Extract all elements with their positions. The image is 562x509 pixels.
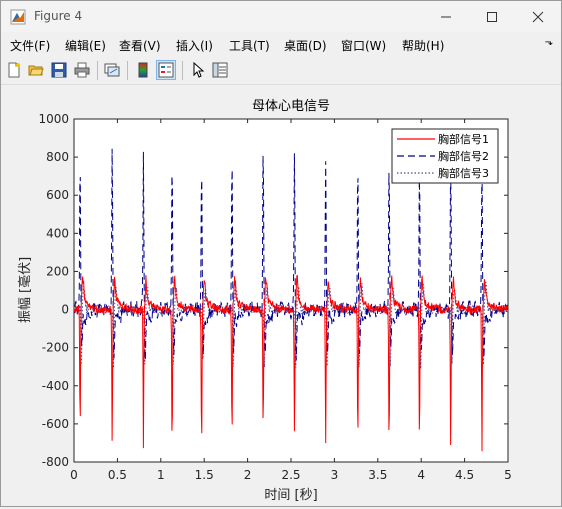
y-tick-label: -400: [42, 379, 69, 393]
open-file-icon: [28, 65, 44, 76]
link-plot-icon: [104, 63, 120, 77]
save-icon: [51, 62, 67, 78]
toolbar-separator: [127, 61, 128, 80]
x-tick-label: 4: [417, 468, 425, 482]
ecg-chart[interactable]: 母体心电信号 时间 [秒] 振幅 [毫伏] 0 0.5 1 1.5 2 2.5 3 3.5 4 4…: [1, 85, 561, 506]
y-tick-label: 400: [46, 226, 69, 240]
close-button[interactable]: [515, 1, 561, 32]
open-file-button[interactable]: [26, 60, 46, 80]
x-tick-label: 0: [70, 468, 78, 482]
y-tick-label: 0: [61, 303, 69, 317]
toolbar-separator: [182, 61, 183, 80]
menu-insert[interactable]: 插入(I): [176, 37, 213, 54]
menu-file[interactable]: 文件(F): [10, 37, 50, 54]
maximize-icon: [487, 11, 497, 22]
insert-colorbar-button[interactable]: [133, 60, 153, 80]
maximize-button[interactable]: [469, 1, 515, 32]
print-icon: [74, 62, 90, 78]
new-figure-button[interactable]: [4, 60, 24, 80]
pointer-button[interactable]: [188, 60, 208, 80]
y-tick-label: -200: [42, 341, 69, 355]
y-tick-label: -600: [42, 417, 69, 431]
new-figure-icon: [8, 62, 20, 78]
property-inspector-icon: [212, 62, 228, 78]
legend-label-series1: 胸部信号1: [438, 132, 489, 146]
minimize-button[interactable]: [423, 1, 469, 32]
menu-edit[interactable]: 编辑(E): [65, 37, 106, 54]
legend-label-series3: 胸部信号3: [438, 166, 489, 180]
menu-window[interactable]: 窗口(W): [341, 37, 386, 54]
insert-colorbar-icon: [138, 62, 148, 78]
figure-canvas: 母体心电信号 时间 [秒] 振幅 [毫伏] 0 0.5 1 1.5 2 2.5 3 3.5 4 4…: [1, 85, 561, 506]
link-plot-button[interactable]: [102, 60, 122, 80]
x-tick-label: 2: [244, 468, 252, 482]
menu-tools[interactable]: 工具(T): [229, 37, 270, 54]
menu-bar: 文件(F) 编辑(E) 查看(V) 插入(I) 工具(T) 桌面(D) 窗口(W…: [1, 32, 561, 56]
y-axis-label: 振幅 [毫伏]: [17, 257, 33, 323]
menu-help[interactable]: 帮助(H): [402, 37, 444, 54]
menu-desktop[interactable]: 桌面(D): [284, 37, 327, 54]
x-tick-label: 2.5: [281, 468, 300, 482]
y-tick-label: 200: [46, 264, 69, 278]
x-tick-label: 3.5: [368, 468, 387, 482]
figure-window: Figure 4 文件(F) 编辑(E) 查看(V) 插入(I) 工具(T) 桌…: [0, 0, 562, 507]
close-icon: [532, 11, 544, 22]
chart-title: 母体心电信号: [252, 99, 330, 114]
y-tick-label: 600: [46, 188, 69, 202]
y-tick-label: 1000: [38, 112, 69, 126]
x-tick-label: 5: [504, 468, 512, 482]
minimize-icon: [441, 16, 451, 17]
x-tick-label: 3: [331, 468, 339, 482]
legend-label-series2: 胸部信号2: [438, 149, 489, 163]
menu-view[interactable]: 查看(V): [119, 37, 161, 54]
print-button[interactable]: [72, 60, 92, 80]
x-tick-label: 1: [157, 468, 165, 482]
save-button[interactable]: [49, 60, 69, 80]
insert-legend-icon: [158, 62, 174, 78]
y-tick-label: -800: [42, 455, 69, 469]
figure-toolbar: [1, 57, 561, 85]
x-tick-label: 0.5: [108, 468, 127, 482]
y-tick-label: 800: [46, 150, 69, 164]
pointer-icon: [193, 62, 205, 78]
insert-legend-button[interactable]: [156, 60, 176, 80]
property-inspector-button[interactable]: [210, 60, 230, 80]
window-title: Figure 4: [34, 9, 83, 23]
matlab-app-icon: [10, 9, 26, 25]
x-tick-label: 4.5: [455, 468, 474, 482]
title-bar[interactable]: Figure 4: [1, 1, 561, 32]
x-axis-label: 时间 [秒]: [264, 488, 317, 503]
x-tick-label: 1.5: [195, 468, 214, 482]
legend[interactable]: 胸部信号1 胸部信号2 胸部信号3: [391, 128, 499, 184]
toolbar-separator: [97, 61, 98, 80]
menu-overflow-icon[interactable]: ⬎: [545, 37, 553, 48]
